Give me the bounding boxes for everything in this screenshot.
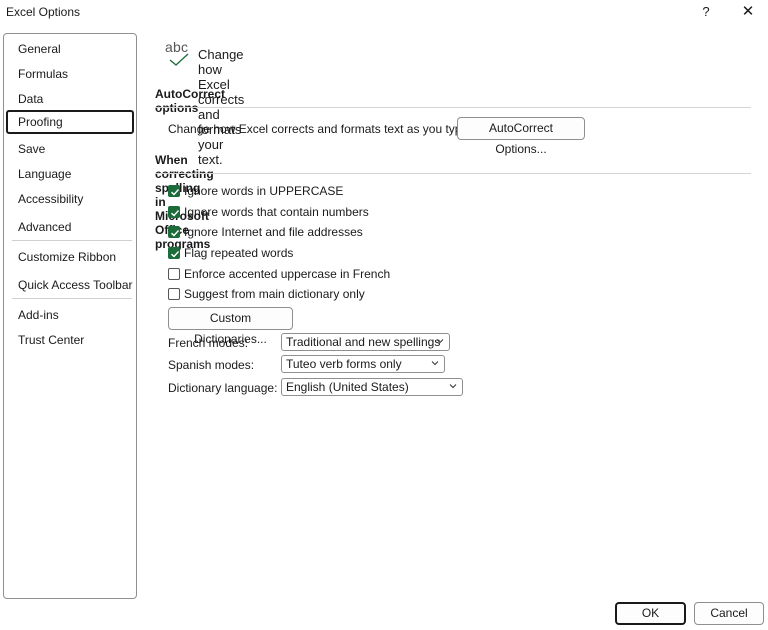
options-sidebar: General Formulas Data Proofing Save Lang… <box>3 33 137 599</box>
cancel-button[interactable]: Cancel <box>694 602 764 625</box>
sidebar-item-save[interactable]: Save <box>6 137 134 161</box>
dictionary-language-label: Dictionary language: <box>168 381 278 395</box>
autocorrect-description: Change how Excel corrects and formats te… <box>168 122 472 136</box>
sidebar-item-general[interactable]: General <box>6 37 134 61</box>
proofing-abc-check-icon: abc <box>165 39 191 69</box>
sidebar-item-trust-center[interactable]: Trust Center <box>6 328 134 352</box>
sidebar-item-advanced[interactable]: Advanced <box>6 215 134 239</box>
section-divider <box>155 107 751 108</box>
suggest-main-dictionary-checkbox[interactable] <box>168 288 180 300</box>
checkmark-icon <box>169 53 189 66</box>
flag-repeated-words-checkbox[interactable] <box>168 247 180 259</box>
flag-repeated-words-label: Flag repeated words <box>184 246 294 260</box>
title-bar: Excel Options ? ✕ <box>0 0 768 26</box>
ignore-uppercase-label: Ignore words in UPPERCASE <box>184 184 344 198</box>
chevron-down-icon <box>449 384 457 389</box>
french-modes-value: Traditional and new spellings <box>286 335 441 349</box>
custom-dictionaries-button[interactable]: Custom Dictionaries... <box>168 307 293 346</box>
sidebar-item-formulas[interactable]: Formulas <box>6 62 134 86</box>
ok-button[interactable]: OK <box>615 602 686 625</box>
chevron-down-icon <box>436 339 444 344</box>
check-icon <box>171 230 180 237</box>
ignore-internet-addresses-label: Ignore Internet and file addresses <box>184 225 363 239</box>
spanish-modes-select[interactable]: Tuteo verb forms only <box>281 355 445 373</box>
sidebar-item-accessibility[interactable]: Accessibility <box>6 187 134 211</box>
enforce-accented-uppercase-checkbox[interactable] <box>168 268 180 280</box>
spanish-modes-label: Spanish modes: <box>168 358 255 372</box>
suggest-main-dictionary-label: Suggest from main dictionary only <box>184 287 365 301</box>
sidebar-item-language[interactable]: Language <box>6 162 134 186</box>
sidebar-item-customize-ribbon[interactable]: Customize Ribbon <box>6 245 134 269</box>
dictionary-language-value: English (United States) <box>286 380 409 394</box>
dictionary-language-select[interactable]: English (United States) <box>281 378 463 396</box>
sidebar-item-proofing[interactable]: Proofing <box>6 110 134 134</box>
french-modes-select[interactable]: Traditional and new spellings <box>281 333 450 351</box>
sidebar-item-add-ins[interactable]: Add-ins <box>6 303 134 327</box>
ignore-uppercase-checkbox[interactable] <box>168 185 180 197</box>
autocorrect-section-title: AutoCorrect options <box>155 87 226 115</box>
check-icon <box>171 251 180 258</box>
excel-options-dialog: Excel Options ? ✕ General Formulas Data … <box>0 0 768 630</box>
enforce-accented-uppercase-label: Enforce accented uppercase in French <box>184 267 391 281</box>
check-icon <box>171 210 180 217</box>
spanish-modes-value: Tuteo verb forms only <box>286 357 402 371</box>
sidebar-item-quick-access-toolbar[interactable]: Quick Access Toolbar <box>6 273 134 297</box>
check-icon <box>171 189 180 196</box>
french-modes-label: French modes: <box>168 336 249 350</box>
section-divider <box>155 173 751 174</box>
autocorrect-options-button[interactable]: AutoCorrect Options... <box>457 117 585 156</box>
ignore-numbers-checkbox[interactable] <box>168 206 180 218</box>
help-button[interactable]: ? <box>696 2 716 22</box>
ignore-internet-addresses-checkbox[interactable] <box>168 226 180 238</box>
close-button[interactable]: ✕ <box>737 2 759 22</box>
chevron-down-icon <box>431 361 439 366</box>
ignore-numbers-label: Ignore words that contain numbers <box>184 205 369 219</box>
window-title: Excel Options <box>6 5 81 19</box>
sidebar-divider <box>12 298 132 299</box>
sidebar-item-data[interactable]: Data <box>6 87 134 111</box>
sidebar-divider <box>12 240 132 241</box>
